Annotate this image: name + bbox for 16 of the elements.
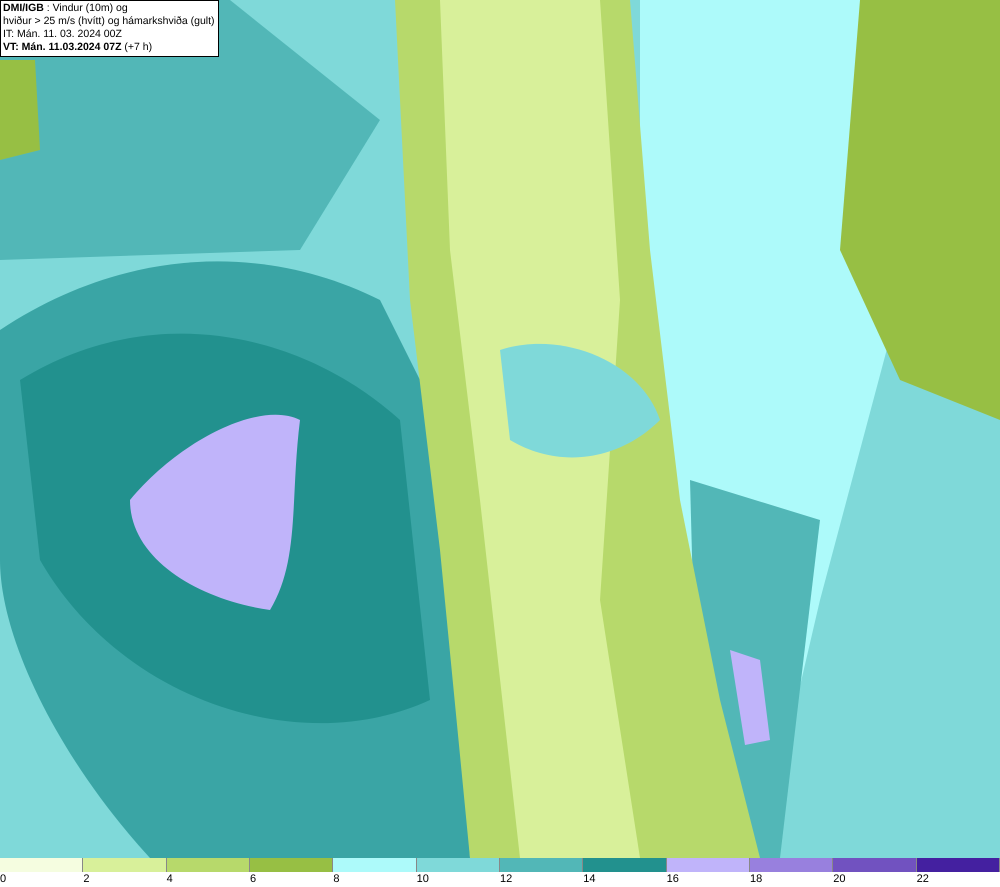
title-line: IT: Mán. 11. 03. 2024 00Z: [3, 28, 123, 41]
title-line: DMI/IGB : Vindur (10m) og: [3, 2, 129, 15]
legend-label: 22: [916, 872, 929, 886]
legend-label: 12: [500, 872, 512, 886]
legend-label: 0: [0, 872, 6, 886]
legend-label: 4: [166, 872, 173, 886]
legend-label: 18: [750, 872, 762, 886]
legend-label: 10: [416, 872, 429, 886]
legend-label: 20: [833, 872, 846, 886]
title-line: hviður > 25 m/s (hvítt) og hámarkshviða (gult): [3, 15, 215, 28]
legend-label: 6: [250, 872, 256, 886]
legend-label: 2: [83, 872, 90, 886]
legend-label: 16: [666, 872, 679, 886]
legend-label: 14: [583, 872, 596, 886]
title-line: VT: Mán. 11.03.2024 07Z (+7 h): [3, 41, 154, 54]
legend-label: 8: [333, 872, 340, 886]
